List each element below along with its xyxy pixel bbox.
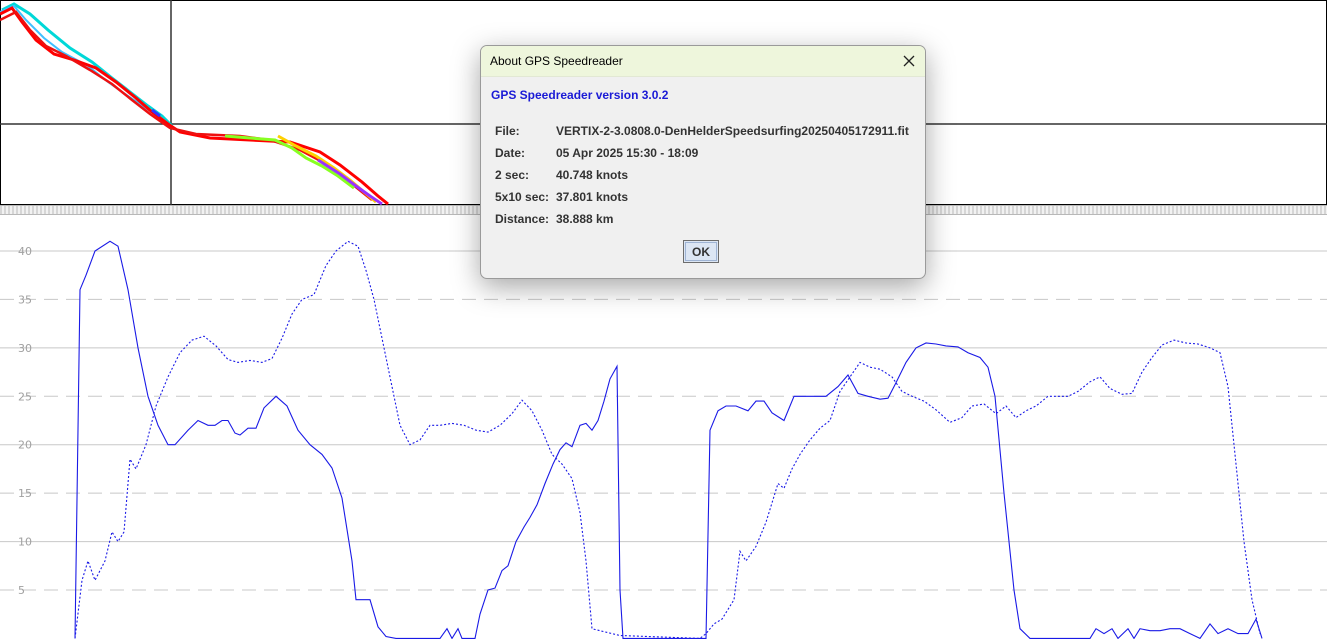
- version-text: GPS Speedreader version 3.0.2: [491, 88, 669, 102]
- ok-button[interactable]: OK: [683, 240, 719, 263]
- y-tick-label: 20: [18, 439, 32, 452]
- y-tick-label: 5: [18, 584, 25, 597]
- speed-chart-series: [74, 240, 1263, 639]
- about-dialog: About GPS Speedreader GPS Speedreader ve…: [480, 45, 926, 279]
- info-value: 40.748 knots: [556, 168, 629, 182]
- y-tick-label: 35: [18, 293, 32, 306]
- info-value: VERTIX-2-3.0808.0-DenHelderSpeedsurfing2…: [556, 124, 909, 138]
- info-label: Distance:: [495, 212, 550, 226]
- info-value: 05 Apr 2025 15:30 - 18:09: [556, 146, 699, 160]
- dialog-title: About GPS Speedreader: [490, 54, 623, 68]
- info-label: Date:: [495, 146, 526, 160]
- close-button[interactable]: [893, 46, 925, 76]
- info-label: File:: [495, 124, 520, 138]
- info-label: 5x10 sec:: [495, 190, 550, 204]
- close-icon: [903, 55, 915, 67]
- info-value: 38.888 km: [556, 212, 614, 226]
- info-label: 2 sec:: [495, 168, 530, 182]
- speed-series-dotted: [74, 240, 1261, 639]
- y-tick-label: 15: [18, 487, 32, 500]
- y-tick-label: 10: [18, 536, 32, 549]
- speed-series-solid: [74, 240, 1263, 639]
- y-tick-label: 40: [18, 245, 32, 258]
- info-value: 37.801 knots: [556, 190, 629, 204]
- dialog-titlebar[interactable]: About GPS Speedreader: [481, 46, 925, 77]
- speed-chart-y-ticks: 40 35 30 25 20 15 10 5: [18, 245, 32, 597]
- y-tick-label: 30: [18, 342, 32, 355]
- y-tick-label: 25: [18, 390, 32, 403]
